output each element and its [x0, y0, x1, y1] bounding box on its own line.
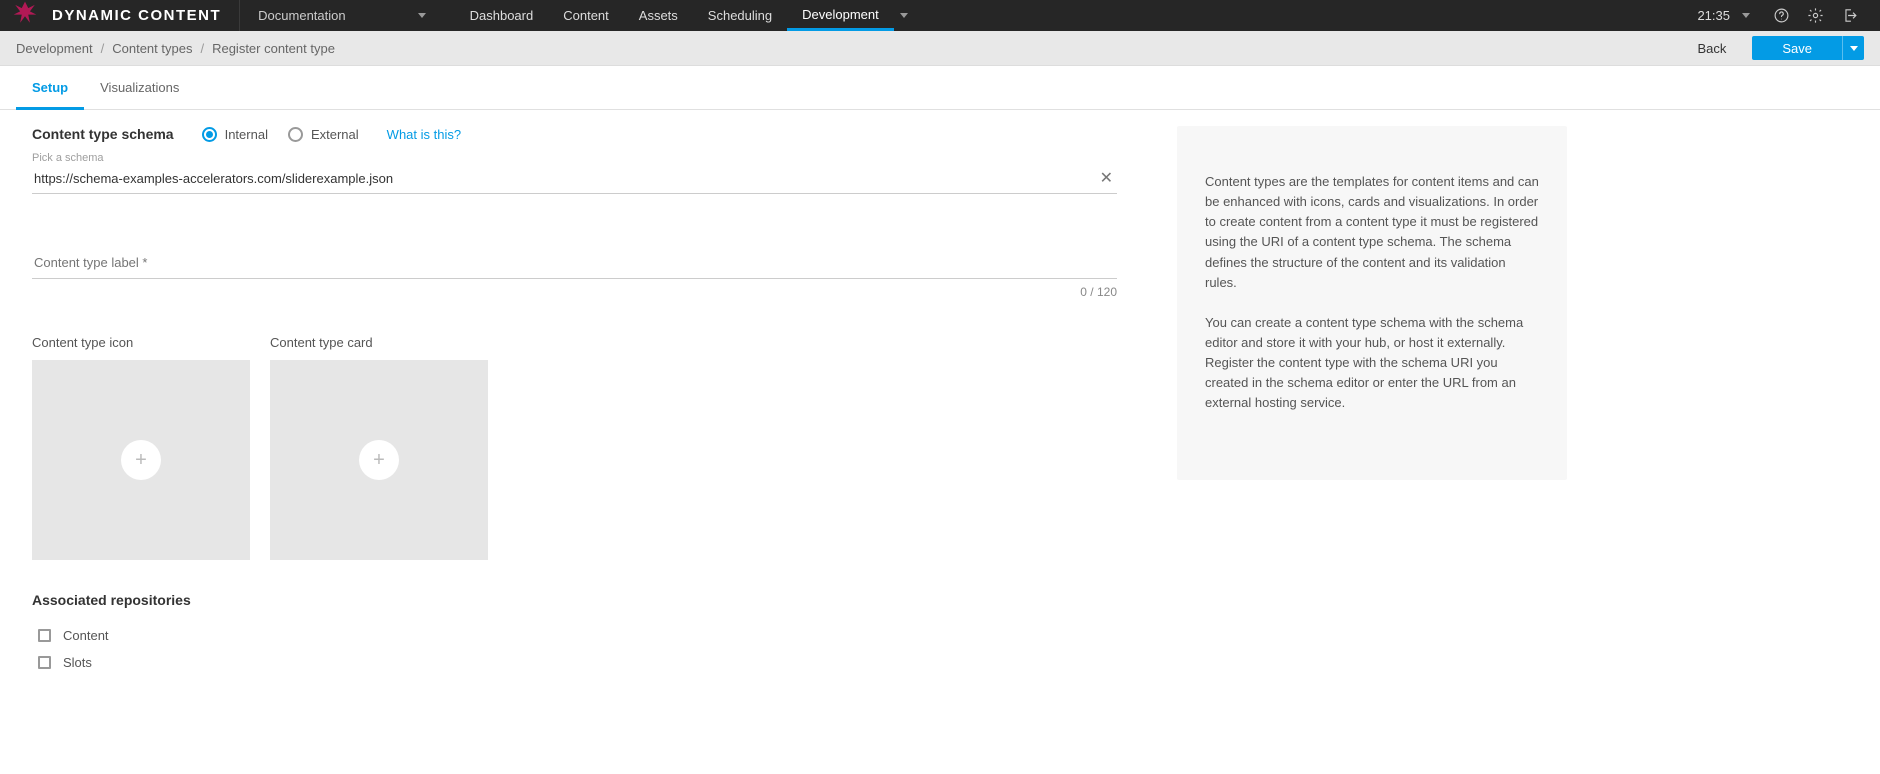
help-icon[interactable]: [1766, 1, 1796, 31]
repo-item-slots[interactable]: Slots: [32, 649, 1117, 676]
radio-internal[interactable]: Internal: [202, 127, 268, 142]
logout-icon[interactable]: [1834, 1, 1864, 31]
schema-section-title: Content type schema: [32, 126, 174, 142]
nav-label: Assets: [639, 8, 678, 23]
main-content: Content type schema Internal External Wh…: [0, 110, 1880, 708]
radio-icon: [202, 127, 217, 142]
breadcrumb-separator: /: [101, 41, 105, 56]
nav-dashboard[interactable]: Dashboard: [455, 0, 549, 31]
clear-icon[interactable]: ✕: [1096, 171, 1117, 187]
label-char-counter: 0 / 120: [32, 285, 1117, 299]
plus-icon: +: [359, 440, 399, 480]
nav-label: Scheduling: [708, 8, 772, 23]
page-tabs: Setup Visualizations: [0, 66, 1880, 110]
upload-card-target[interactable]: +: [270, 360, 488, 560]
upload-card-title: Content type card: [270, 335, 488, 350]
breadcrumb-segment[interactable]: Content types: [112, 41, 192, 56]
repos-title: Associated repositories: [32, 592, 1117, 608]
sub-header: Development / Content types / Register c…: [0, 31, 1880, 66]
schema-radio-group: Internal External: [202, 127, 359, 142]
upload-card-box: Content type card +: [270, 335, 488, 560]
nav-label: Content: [563, 8, 609, 23]
topbar-right: 21:35: [1685, 0, 1880, 31]
nav-label: Development: [802, 7, 879, 22]
form-column: Content type schema Internal External Wh…: [32, 126, 1117, 676]
tab-label: Visualizations: [100, 80, 179, 95]
schema-input-row: ✕: [32, 166, 1117, 194]
info-paragraph: Content types are the templates for cont…: [1205, 172, 1539, 293]
repo-label: Slots: [63, 655, 92, 670]
plus-icon: +: [121, 440, 161, 480]
environment-picker-label: Documentation: [258, 8, 345, 23]
tab-label: Setup: [32, 80, 68, 95]
clock-time: 21:35: [1697, 8, 1730, 23]
repo-label: Content: [63, 628, 109, 643]
sub-header-actions: Back Save: [1697, 36, 1864, 60]
checkbox-icon: [38, 629, 51, 642]
back-button[interactable]: Back: [1697, 41, 1726, 56]
content-type-label-input[interactable]: [32, 254, 1117, 271]
nav-more-icon[interactable]: [900, 13, 908, 18]
nav-content[interactable]: Content: [548, 0, 624, 31]
nav-development[interactable]: Development: [787, 0, 894, 31]
brand-title: DYNAMIC CONTENT: [52, 7, 221, 24]
save-button-group: Save: [1752, 36, 1864, 60]
checkbox-icon: [38, 656, 51, 669]
schema-header-row: Content type schema Internal External Wh…: [32, 126, 1117, 142]
schema-pick-label: Pick a schema: [32, 152, 1117, 164]
top-bar: DYNAMIC CONTENT Documentation Dashboard …: [0, 0, 1880, 31]
label-field: 0 / 120: [32, 250, 1117, 299]
breadcrumb-separator: /: [200, 41, 204, 56]
save-button-more[interactable]: [1842, 36, 1864, 60]
what-is-this-link[interactable]: What is this?: [387, 127, 461, 142]
radio-label: External: [311, 127, 359, 142]
primary-nav: Dashboard Content Assets Scheduling Deve…: [455, 0, 908, 31]
save-button[interactable]: Save: [1752, 36, 1842, 60]
upload-icon-box: Content type icon +: [32, 335, 250, 560]
chevron-down-icon: [418, 13, 426, 18]
tab-visualizations[interactable]: Visualizations: [84, 66, 195, 109]
upload-row: Content type icon + Content type card +: [32, 335, 1117, 560]
schema-uri-input[interactable]: [32, 170, 1096, 187]
environment-picker[interactable]: Documentation: [240, 0, 444, 31]
repo-item-content[interactable]: Content: [32, 622, 1117, 649]
settings-icon[interactable]: [1800, 1, 1830, 31]
breadcrumb-segment[interactable]: Development: [16, 41, 93, 56]
radio-icon: [288, 127, 303, 142]
upload-icon-target[interactable]: +: [32, 360, 250, 560]
nav-label: Dashboard: [470, 8, 534, 23]
breadcrumb: Development / Content types / Register c…: [16, 41, 335, 56]
radio-external[interactable]: External: [288, 127, 359, 142]
brand: DYNAMIC CONTENT: [0, 0, 240, 31]
tab-setup[interactable]: Setup: [16, 66, 84, 110]
info-paragraph: You can create a content type schema wit…: [1205, 313, 1539, 414]
radio-label: Internal: [225, 127, 268, 142]
upload-icon-title: Content type icon: [32, 335, 250, 350]
chevron-down-icon: [1742, 13, 1750, 18]
breadcrumb-segment: Register content type: [212, 41, 335, 56]
nav-scheduling[interactable]: Scheduling: [693, 0, 787, 31]
clock[interactable]: 21:35: [1685, 8, 1762, 23]
brand-logo-icon: [12, 0, 38, 31]
chevron-down-icon: [1850, 46, 1858, 51]
nav-assets[interactable]: Assets: [624, 0, 693, 31]
associated-repositories: Associated repositories Content Slots: [32, 592, 1117, 676]
info-panel: Content types are the templates for cont…: [1177, 126, 1567, 480]
